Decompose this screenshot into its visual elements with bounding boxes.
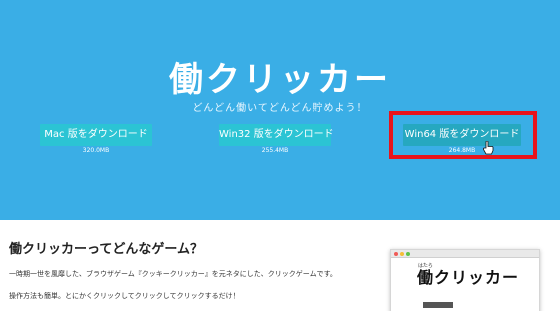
preview-logo: 働クリッカー xyxy=(417,268,520,287)
highlight-box xyxy=(389,111,537,159)
game-preview-window: はたら 働クリッカー xyxy=(390,249,540,311)
hero-section: 働クリッカー どんどん働いてどんどん貯めよう！ Mac 版をダウンロード 320… xyxy=(0,0,560,220)
minimize-dot-icon xyxy=(400,252,404,256)
description-paragraph: 操作方法も簡単。とにかくクリックしてクリックしてクリックするだけ！ xyxy=(9,292,240,300)
app-logo: 働クリッカー xyxy=(169,60,391,100)
hand-cursor-icon xyxy=(482,141,494,155)
section-title: 働クリッカーってどんなゲーム？ xyxy=(9,242,203,257)
description-paragraph: 一時期一世を風靡した、ブラウザゲーム『クッキークリッカー』を元ネタにした、クリッ… xyxy=(9,270,337,278)
download-mac-button[interactable]: Mac 版をダウンロード xyxy=(40,124,152,146)
download-win32-size: 255.4MB xyxy=(261,147,289,154)
download-win32-button[interactable]: Win32 版をダウンロード xyxy=(219,124,334,146)
download-mac-size: 320.0MB xyxy=(82,147,110,154)
close-dot-icon xyxy=(394,252,398,256)
maximize-dot-icon xyxy=(406,252,410,256)
preview-titlebar xyxy=(391,250,539,258)
preview-button xyxy=(423,302,453,308)
